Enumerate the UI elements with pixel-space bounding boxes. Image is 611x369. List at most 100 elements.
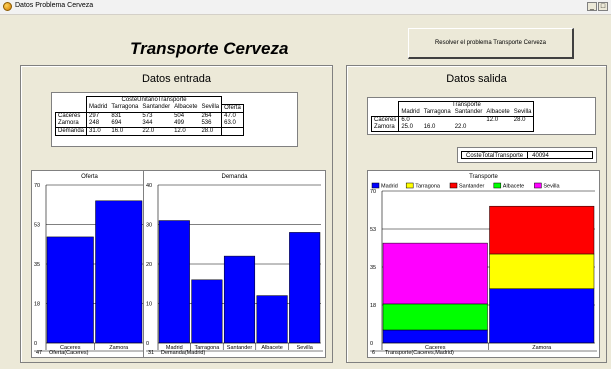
- footer-label: Demanda(Madrid): [161, 350, 205, 356]
- bar: [191, 279, 223, 344]
- legend-label: Albacete: [503, 184, 524, 190]
- bar: [289, 232, 321, 344]
- y-tick-label: 40: [146, 183, 152, 189]
- demanda-chart: Demanda010203040Madrid Tarragona Santander…: [146, 174, 323, 356]
- table-cell: 344: [142, 119, 153, 126]
- window-title: Datos Problema Cerveza: [15, 2, 94, 9]
- table-cell: 31.0: [86, 126, 110, 136]
- x-tick-label: Zamora: [532, 345, 552, 351]
- row-label: Caceres: [370, 116, 399, 124]
- legend-label: Tarragona: [415, 184, 441, 190]
- column-header: Albacete: [486, 109, 510, 115]
- footer-value: 31: [148, 350, 154, 356]
- column-header: Albacete: [174, 104, 198, 111]
- table-cell: 16.0: [109, 126, 141, 136]
- oferta-header: Oferta: [221, 103, 244, 112]
- table-cell: 694: [111, 119, 122, 126]
- chart-title: Oferta: [81, 174, 98, 180]
- table-cell: 47.0: [221, 111, 244, 120]
- footer-value: 6: [372, 350, 375, 356]
- table-cell: 536: [199, 119, 223, 127]
- bar: [223, 255, 256, 344]
- column-header: Tarragona: [111, 104, 139, 111]
- footer-label: Oferta(Caceres): [49, 350, 89, 356]
- y-tick-label: 10: [146, 302, 152, 308]
- row-label: Zamora: [54, 119, 87, 127]
- table-cell: [484, 124, 512, 132]
- bar-segment: [489, 288, 595, 344]
- table-cell: 25.0: [398, 124, 422, 132]
- footer-label: Transporte(Caceres,Madrid): [385, 350, 454, 356]
- y-tick-label: 18: [370, 303, 376, 309]
- column-header: Tarragona: [423, 109, 451, 115]
- entrada-table-card: CosteUnitarioTransporte Madrid Tarragona…: [51, 92, 298, 147]
- bar: [46, 236, 94, 344]
- table-cell: 22.0: [140, 126, 173, 136]
- table-cell: 6.0: [398, 116, 422, 124]
- demanda-chart-card: Demanda 0 10 20 30 40 Madrid Tarragona Santander…: [143, 170, 326, 358]
- y-tick-label: 53: [370, 227, 376, 233]
- transporte-chart: Transporte Madrid Tarragona Santander Albace…: [370, 174, 597, 356]
- table-cell: 12.0: [484, 116, 512, 124]
- y-tick-label: 0: [146, 341, 149, 347]
- oferta-chart: Oferta018355370Caceres Zamora47 Oferta(Cac…: [34, 174, 145, 356]
- legend-label: Santander: [459, 184, 485, 190]
- y-tick-label: 20: [146, 262, 152, 268]
- table-cell: 28.0: [199, 126, 223, 136]
- y-tick-label: 70: [370, 189, 376, 195]
- x-tick-label: Zamora: [109, 345, 129, 351]
- bar-segment: [382, 303, 488, 331]
- table-cell: 28.0: [511, 116, 535, 124]
- footer-value: 47: [36, 350, 42, 356]
- column-header: Santander: [454, 109, 483, 115]
- datos-entrada-panel: Datos entrada CosteUnitarioTransporte Ma…: [20, 65, 333, 363]
- table-cell: 12.0: [172, 126, 200, 136]
- legend-swatch: [449, 182, 458, 189]
- datos-entrada-title: Datos entrada: [141, 73, 212, 85]
- y-tick-label: 18: [34, 302, 40, 308]
- solve-problem-button[interactable]: Resolver el problema Transporte Cerveza: [408, 28, 574, 59]
- x-tick-label: Santander: [227, 345, 253, 351]
- bar: [95, 200, 143, 344]
- chart-title: Demanda: [221, 174, 248, 180]
- table-cell: [421, 116, 453, 124]
- table-cell: 248: [86, 119, 110, 127]
- bar: [256, 295, 288, 344]
- app-icon: [3, 2, 12, 11]
- title-bar: Datos Problema Cerveza _ □: [0, 0, 611, 15]
- legend-label: Madrid: [381, 184, 398, 190]
- column-header: Sevilla: [199, 104, 223, 112]
- oferta-chart-card: Oferta 0 18 35 53 70 Caceres Zamora 47 Oferta(Cac…: [31, 170, 148, 358]
- table-cell: [511, 124, 535, 132]
- salida-table-card: Transporte Madrid Tarragona Santander Al…: [367, 97, 596, 135]
- coste-unitario-table: CosteUnitarioTransporte Madrid Tarragona…: [54, 96, 244, 136]
- table-cell: [221, 126, 244, 136]
- main-area: Transporte Cerveza Resolver el problema …: [0, 15, 611, 369]
- maximize-button[interactable]: □: [598, 2, 608, 11]
- row-label: Caceres: [54, 111, 87, 120]
- x-tick-label: Sevilla: [297, 345, 314, 351]
- column-header: Santander: [142, 104, 171, 111]
- minimize-button[interactable]: _: [587, 2, 597, 11]
- table-cell: 264: [199, 111, 223, 120]
- legend-label: Sevilla: [543, 184, 560, 190]
- bar-segment: [489, 205, 595, 255]
- table-cell: 573: [140, 111, 173, 120]
- coste-unitario-caption: CosteUnitarioTransporte: [86, 96, 223, 104]
- bar-segment: [382, 329, 488, 344]
- column-header: Madrid: [398, 109, 422, 117]
- transporte-chart-card: Transporte Madrid Tarragona Santander Albace…: [367, 170, 600, 358]
- bar-segment: [382, 242, 488, 305]
- table-cell: 16.0: [421, 124, 453, 132]
- coste-total-label: CosteTotalTransporte: [462, 152, 529, 159]
- y-tick-label: 35: [370, 265, 376, 271]
- x-tick-label: Albacete: [261, 345, 282, 351]
- table-cell: [452, 116, 485, 124]
- column-header: Sevilla: [511, 109, 535, 117]
- y-tick-label: 0: [370, 341, 373, 347]
- transporte-table: Transporte Madrid Tarragona Santander Al…: [370, 101, 535, 132]
- main-title: Transporte Cerveza: [130, 39, 289, 58]
- table-cell: 297: [86, 111, 110, 120]
- chart-title: Transporte: [469, 174, 498, 180]
- table-cell: 22.0: [452, 124, 485, 132]
